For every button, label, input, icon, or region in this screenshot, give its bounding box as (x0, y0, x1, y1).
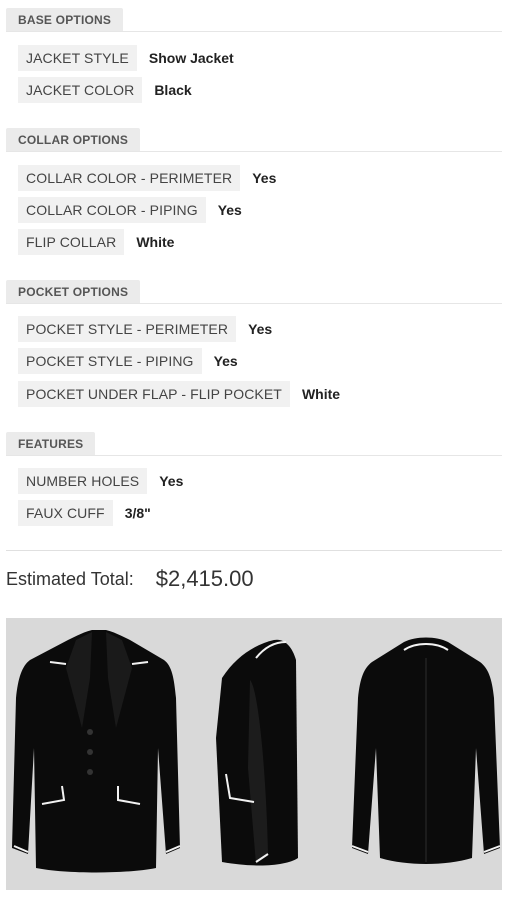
option-row-jacket-color: JACKET COLOR Black (18, 77, 192, 103)
option-row-jacket-style: JACKET STYLE Show Jacket (18, 45, 234, 71)
jacket-preview-svg (12, 630, 501, 873)
option-row-flip-collar: FLIP COLLAR White (18, 229, 174, 255)
section-title: BASE OPTIONS (6, 8, 124, 32)
total-label: Estimated Total: (6, 568, 134, 589)
option-label: POCKET UNDER FLAP - FLIP POCKET (18, 381, 290, 407)
section-divider (6, 303, 502, 304)
option-label: JACKET COLOR (18, 77, 143, 103)
estimated-total: Estimated Total: $2,415.00 (6, 566, 254, 592)
section-features: FEATURES (0, 432, 512, 456)
jacket-front-button (87, 749, 93, 755)
option-value: Yes (159, 473, 184, 489)
total-value: $2,415.00 (155, 566, 254, 591)
option-row-number-holes: NUMBER HOLES Yes (18, 468, 183, 494)
section-divider (6, 31, 502, 32)
option-row-faux-cuff: FAUX CUFF 3/8" (18, 500, 151, 526)
section-pocket-options: POCKET OPTIONS (0, 280, 512, 304)
jacket-front-button (87, 769, 93, 775)
jacket-front-view (12, 630, 181, 873)
jacket-front-body (12, 630, 180, 873)
section-title: POCKET OPTIONS (6, 280, 141, 304)
section-title: FEATURES (6, 432, 96, 456)
jacket-front-button (87, 729, 93, 735)
jacket-preview (6, 618, 502, 890)
option-label: POCKET STYLE - PIPING (18, 348, 202, 374)
section-base-options: BASE OPTIONS (0, 8, 512, 32)
option-value: White (301, 386, 341, 402)
option-value: 3/8" (124, 505, 151, 521)
option-label: COLLAR COLOR - PIPING (18, 197, 206, 223)
option-label: COLLAR COLOR - PERIMETER (18, 165, 241, 191)
option-row-pocket-under-flap: POCKET UNDER FLAP - FLIP POCKET White (18, 381, 340, 407)
option-value: Black (154, 82, 192, 98)
total-divider (6, 550, 502, 551)
option-value: Show Jacket (148, 50, 234, 66)
option-label: FLIP COLLAR (18, 229, 125, 255)
jacket-side-view (216, 639, 298, 866)
section-divider (6, 151, 502, 152)
option-label: POCKET STYLE - PERIMETER (18, 316, 237, 342)
option-label: NUMBER HOLES (18, 468, 148, 494)
option-value: Yes (217, 202, 242, 218)
section-divider (6, 455, 502, 456)
option-row-collar-piping: COLLAR COLOR - PIPING Yes (18, 197, 242, 223)
option-value: White (136, 234, 175, 250)
section-collar-options: COLLAR OPTIONS (0, 128, 512, 152)
option-row-collar-perimeter: COLLAR COLOR - PERIMETER Yes (18, 165, 276, 191)
option-row-pocket-piping: POCKET STYLE - PIPING Yes (18, 348, 238, 374)
option-value: Yes (213, 353, 238, 369)
section-title: COLLAR OPTIONS (6, 128, 141, 152)
option-label: JACKET STYLE (18, 45, 137, 71)
option-value: Yes (248, 321, 273, 337)
option-label: FAUX CUFF (18, 500, 113, 526)
jacket-back-view (351, 637, 501, 864)
option-value: Yes (252, 170, 277, 186)
option-row-pocket-perimeter: POCKET STYLE - PERIMETER Yes (18, 316, 272, 342)
